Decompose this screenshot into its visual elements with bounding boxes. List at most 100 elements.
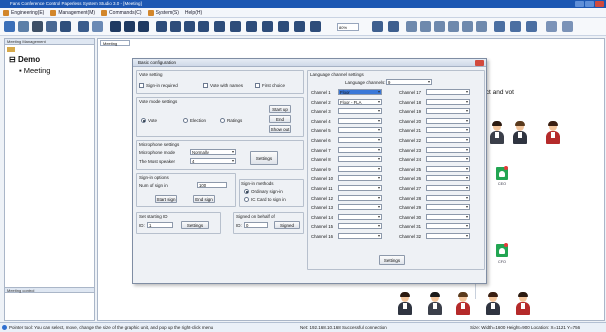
add-icon[interactable] — [110, 21, 121, 32]
channel-select[interactable]: Floor - FLA — [338, 98, 382, 105]
monitor-icon[interactable] — [60, 21, 71, 32]
channel-select[interactable] — [426, 156, 470, 163]
forward-icon[interactable] — [546, 21, 557, 32]
channel-select[interactable]: Floor — [338, 89, 382, 95]
channel-select[interactable] — [426, 194, 470, 201]
channel-select[interactable] — [426, 175, 470, 182]
tab-meeting[interactable]: Meeting — [100, 40, 130, 46]
most-speaker-select[interactable]: 4 — [190, 158, 236, 164]
menu-system[interactable]: System(S) — [147, 9, 179, 16]
channel-select[interactable] — [338, 175, 382, 182]
delegate-icon[interactable] — [184, 21, 195, 32]
dialog-close-button[interactable] — [475, 60, 484, 66]
start-sign-button[interactable]: Start sign — [155, 195, 177, 203]
delegate-avatar[interactable] — [456, 292, 470, 315]
vote-with-names-checkbox[interactable] — [203, 83, 208, 88]
channel-select[interactable] — [426, 146, 470, 153]
channel-select[interactable] — [426, 108, 470, 115]
delegate-avatar[interactable] — [490, 121, 504, 144]
zoom-out-icon[interactable] — [278, 21, 289, 32]
group-icon[interactable] — [198, 21, 209, 32]
minimize-button[interactable] — [575, 1, 584, 7]
align-right-icon[interactable] — [448, 21, 459, 32]
show-out-button[interactable]: Show out — [269, 125, 291, 133]
channel-select[interactable] — [426, 127, 470, 134]
maximize-button[interactable] — [585, 1, 594, 7]
menu-management[interactable]: Management(M) — [50, 9, 95, 16]
copy-icon[interactable] — [46, 21, 57, 32]
ic-card-radio[interactable] — [244, 197, 249, 202]
channel-select[interactable] — [338, 194, 382, 201]
zoom-icon[interactable] — [310, 21, 321, 32]
end-button[interactable]: End — [269, 115, 291, 123]
screen-icon[interactable] — [510, 21, 521, 32]
pointer-tool-icon[interactable] — [78, 21, 89, 32]
menu-engineering[interactable]: Engineering(E) — [3, 9, 44, 16]
first-choice-checkbox[interactable] — [255, 83, 260, 88]
channel-select[interactable] — [338, 204, 382, 211]
settings-icon[interactable] — [526, 21, 537, 32]
channel-select[interactable] — [426, 89, 470, 95]
channel-select[interactable] — [426, 233, 470, 239]
signed-button[interactable]: Signed — [274, 221, 300, 229]
folder-icon[interactable] — [7, 47, 15, 52]
redo-icon[interactable] — [388, 21, 399, 32]
select-icon[interactable] — [230, 21, 241, 32]
back-icon[interactable] — [562, 21, 573, 32]
align-top-icon[interactable] — [462, 21, 473, 32]
zoom-fit-icon[interactable] — [294, 21, 305, 32]
channel-select[interactable] — [426, 204, 470, 211]
close-button[interactable] — [595, 1, 604, 7]
link-icon[interactable] — [92, 21, 103, 32]
microphone-mode-select[interactable]: Normally — [190, 149, 236, 155]
channel-select[interactable] — [338, 127, 382, 134]
tree-root[interactable]: ⊟ Demo — [9, 55, 40, 64]
distribute-icon[interactable] — [406, 21, 417, 32]
channel-select[interactable] — [338, 233, 382, 239]
delegate-avatar[interactable] — [546, 121, 560, 144]
seat-grid-icon[interactable] — [156, 21, 167, 32]
ordinary-sign-in-radio[interactable] — [244, 189, 249, 194]
start-up-button[interactable]: Start up — [269, 105, 291, 113]
align-left-icon[interactable] — [420, 21, 431, 32]
sign-in-required-checkbox[interactable] — [139, 83, 144, 88]
end-sign-button[interactable]: End sign — [193, 195, 215, 203]
channel-select[interactable] — [426, 165, 470, 172]
channel-select[interactable] — [426, 117, 470, 124]
channel-select[interactable] — [338, 223, 382, 230]
behalf-id-input[interactable]: 0 — [244, 222, 268, 228]
microphone-settings-button[interactable]: Settings — [250, 151, 278, 165]
menu-help[interactable]: Help(H) — [185, 10, 202, 16]
align-icon[interactable] — [214, 21, 225, 32]
starting-id-settings-button[interactable]: Settings — [181, 221, 209, 229]
vote-radio[interactable] — [141, 118, 146, 123]
channel-select[interactable] — [338, 146, 382, 153]
starting-id-input[interactable]: 1 — [147, 222, 173, 228]
grid-icon[interactable] — [18, 21, 29, 32]
election-radio[interactable] — [183, 118, 188, 123]
channel-select[interactable] — [338, 165, 382, 172]
num-sign-in-input[interactable]: 100 — [197, 182, 227, 188]
table-icon[interactable] — [170, 21, 181, 32]
delegate-avatar[interactable] — [486, 292, 500, 315]
delegate-avatar[interactable] — [516, 292, 530, 315]
channel-select[interactable] — [338, 137, 382, 143]
channel-select[interactable] — [338, 156, 382, 163]
channel-select[interactable] — [338, 117, 382, 124]
layer-icon[interactable] — [494, 21, 505, 32]
channel-select[interactable] — [426, 137, 470, 143]
menu-commands[interactable]: Commands(C) — [101, 9, 142, 16]
language-channels-select[interactable]: 9 — [386, 79, 432, 85]
line-icon[interactable] — [124, 21, 135, 32]
channel-select[interactable] — [338, 185, 382, 191]
hand-icon[interactable] — [246, 21, 257, 32]
save-icon[interactable] — [32, 21, 43, 32]
delegate-avatar[interactable] — [398, 292, 412, 315]
channel-select[interactable] — [338, 108, 382, 115]
align-center-icon[interactable] — [434, 21, 445, 32]
channel-select[interactable] — [426, 185, 470, 191]
tree-item-meeting[interactable]: ▪ Meeting — [19, 66, 50, 75]
delegate-avatar[interactable] — [513, 121, 527, 144]
channel-select[interactable] — [426, 223, 470, 230]
home-icon[interactable] — [4, 21, 15, 32]
